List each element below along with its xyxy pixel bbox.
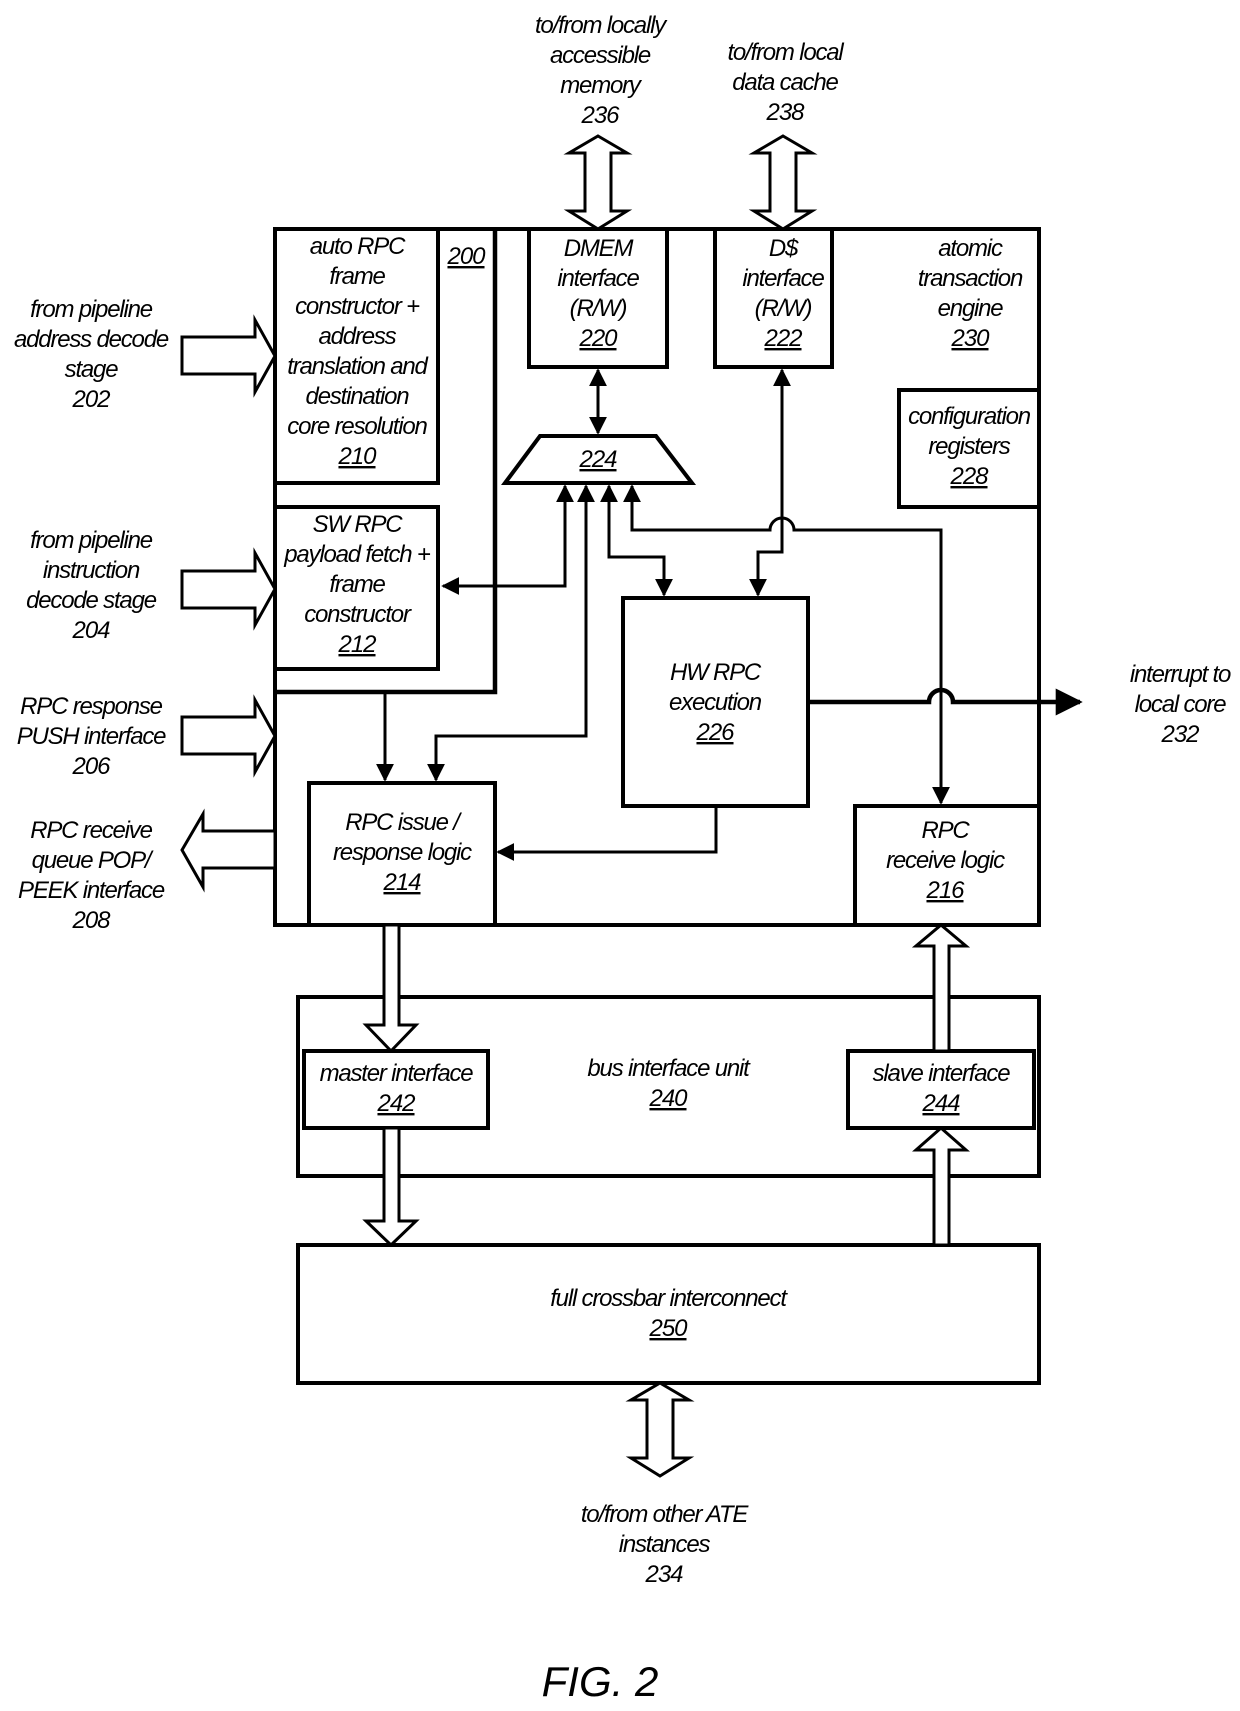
svg-text:232: 232	[1160, 721, 1199, 748]
svg-text:208: 208	[71, 907, 111, 934]
ate-block-diagram: auto RPC frame constructor + address tra…	[14, 12, 1232, 1705]
svg-text:DMEM: DMEM	[564, 235, 634, 262]
svg-text:engine: engine	[938, 295, 1004, 322]
svg-text:202: 202	[71, 386, 110, 413]
svg-text:to/from locally: to/from locally	[535, 12, 668, 39]
svg-text:receive logic: receive logic	[886, 847, 1005, 874]
svg-text:destination: destination	[306, 383, 410, 410]
svg-text:constructor: constructor	[304, 601, 412, 628]
push-input-arrow	[180, 694, 277, 778]
svg-text:(R/W): (R/W)	[570, 295, 627, 322]
data-cache-bidir-arrow	[748, 134, 818, 231]
svg-text:stage: stage	[65, 356, 119, 383]
svg-text:238: 238	[765, 99, 805, 126]
svg-text:228: 228	[949, 463, 989, 490]
svg-text:interface: interface	[557, 265, 639, 292]
svg-text:234: 234	[644, 1561, 683, 1588]
svg-text:memory: memory	[560, 72, 643, 99]
svg-text:atomic: atomic	[938, 235, 1003, 262]
svg-text:216: 216	[925, 877, 965, 904]
svg-text:222: 222	[763, 325, 802, 352]
interrupt-label: interrupt to local core 232	[1130, 661, 1232, 748]
svg-text:240: 240	[648, 1085, 688, 1112]
pop-peek-output-arrow	[180, 808, 277, 893]
data-cache-label: to/from local data cache 238	[727, 39, 845, 126]
svg-text:decode stage: decode stage	[26, 587, 157, 614]
other-ate-label: to/from other ATE instances 234	[581, 1501, 751, 1588]
svg-text:RPC: RPC	[921, 817, 970, 844]
addr-decode-label: from pipeline address decode stage 202	[14, 296, 170, 413]
instr-decode-input-arrow	[180, 547, 277, 631]
svg-text:payload fetch +: payload fetch +	[283, 541, 431, 568]
svg-text:230: 230	[950, 325, 990, 352]
svg-text:instruction: instruction	[43, 557, 140, 584]
svg-text:auto RPC: auto RPC	[310, 233, 406, 260]
crossbar-to-slave-arrow	[912, 1126, 970, 1247]
svg-text:local core: local core	[1135, 691, 1227, 718]
figure-caption: FIG. 2	[542, 1658, 659, 1705]
svg-text:RPC issue /: RPC issue /	[345, 809, 462, 836]
svg-text:226: 226	[695, 719, 735, 746]
svg-text:translation and: translation and	[287, 353, 428, 380]
svg-text:(R/W): (R/W)	[755, 295, 812, 322]
svg-text:address: address	[319, 323, 397, 350]
svg-text:214: 214	[382, 869, 421, 896]
svg-text:frame: frame	[329, 571, 385, 598]
svg-text:210: 210	[337, 443, 377, 470]
engine-ref-200: 200	[446, 243, 486, 270]
svg-text:242: 242	[376, 1090, 415, 1117]
svg-text:constructor +: constructor +	[295, 293, 420, 320]
instr-decode-label: from pipeline instruction decode stage 2…	[26, 527, 158, 644]
memory-bidir-arrow	[563, 134, 633, 231]
svg-text:HW RPC: HW RPC	[670, 659, 762, 686]
svg-text:204: 204	[71, 617, 110, 644]
svg-text:PUSH interface: PUSH interface	[17, 723, 166, 750]
svg-text:244: 244	[921, 1090, 960, 1117]
svg-text:interrupt to: interrupt to	[1130, 661, 1231, 688]
svg-text:PEEK interface: PEEK interface	[18, 877, 165, 904]
svg-text:full crossbar interconnect: full crossbar interconnect	[550, 1285, 788, 1312]
svg-text:accessible: accessible	[550, 42, 651, 69]
push-label: RPC response PUSH interface 206	[17, 693, 168, 780]
svg-text:to/from local: to/from local	[727, 39, 844, 66]
full-crossbar-interconnect-box	[296, 1243, 1041, 1385]
svg-text:instances: instances	[619, 1531, 711, 1558]
svg-text:transaction: transaction	[918, 265, 1023, 292]
svg-text:220: 220	[578, 325, 618, 352]
memory-label: to/from locally accessible memory 236	[535, 12, 669, 129]
svg-text:from pipeline: from pipeline	[30, 296, 153, 323]
svg-text:to/from other ATE: to/from other ATE	[581, 1501, 750, 1528]
svg-text:bus interface unit: bus interface unit	[587, 1055, 751, 1082]
mux-ref-224: 224	[578, 446, 617, 473]
svg-text:interface: interface	[742, 265, 824, 292]
addr-decode-input-arrow	[180, 314, 277, 398]
svg-text:236: 236	[580, 102, 620, 129]
svg-text:D$: D$	[769, 235, 799, 262]
svg-text:core resolution: core resolution	[287, 413, 427, 440]
svg-text:queue POP/: queue POP/	[32, 847, 154, 874]
svg-text:registers: registers	[928, 433, 1010, 460]
other-ate-bidir-arrow	[625, 1381, 695, 1478]
svg-text:master interface: master interface	[320, 1060, 474, 1087]
svg-text:slave interface: slave interface	[873, 1060, 1011, 1087]
svg-text:SW RPC: SW RPC	[313, 511, 404, 538]
pop-peek-label: RPC receive queue POP/ PEEK interface 20…	[18, 817, 166, 934]
svg-text:configuration: configuration	[908, 403, 1031, 430]
svg-text:RPC response: RPC response	[20, 693, 163, 720]
svg-text:frame: frame	[329, 263, 385, 290]
svg-text:response logic: response logic	[333, 839, 472, 866]
issue-to-master-arrow	[362, 923, 420, 1054]
svg-text:execution: execution	[669, 689, 762, 716]
svg-text:RPC receive: RPC receive	[30, 817, 152, 844]
svg-text:250: 250	[648, 1315, 688, 1342]
svg-text:from pipeline: from pipeline	[30, 527, 153, 554]
svg-text:data cache: data cache	[732, 69, 838, 96]
svg-text:address decode: address decode	[14, 326, 169, 353]
svg-text:206: 206	[71, 753, 111, 780]
svg-text:212: 212	[337, 631, 376, 658]
